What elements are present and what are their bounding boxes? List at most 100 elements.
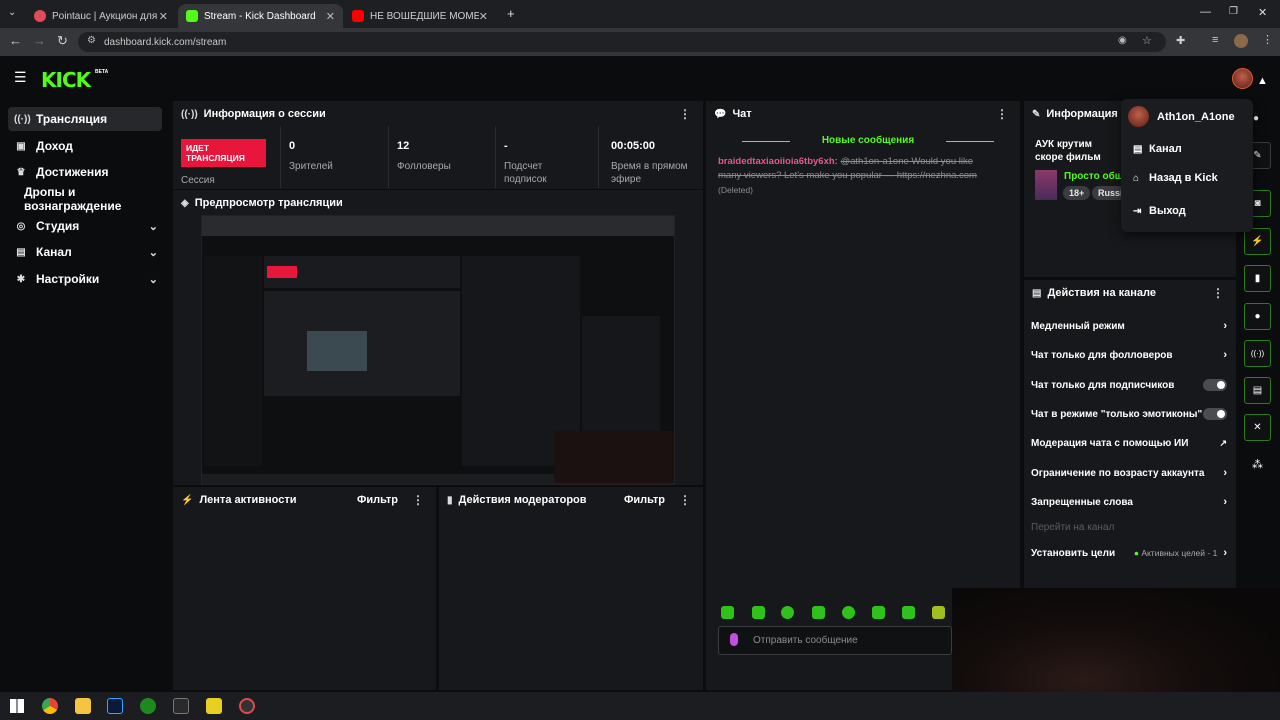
followers-only-row[interactable]: Чат только для фолловеров › [1031, 348, 1227, 362]
windows-start-icon[interactable] [10, 699, 24, 713]
add-widget-icon[interactable]: ⁂ [1252, 458, 1263, 471]
browser-tab-kick[interactable]: Stream - Kick Dashboard ✕ [178, 4, 343, 28]
gear-icon: ✱ [16, 273, 26, 285]
restore-icon[interactable]: ❐ [1229, 6, 1238, 17]
chat-bubble-icon: 💬 [714, 108, 727, 120]
sidebar-item-drops[interactable]: Дропы и вознаграждение [8, 185, 162, 213]
address-bar[interactable]: ⚙ dashboard.kick.com/stream ◉ ☆ [78, 32, 1166, 52]
eye-off-icon[interactable]: ◉ [1118, 35, 1127, 46]
xbox-icon[interactable] [140, 698, 156, 714]
emote-icon[interactable] [752, 606, 765, 619]
close-icon[interactable]: ✕ [479, 10, 488, 23]
browser-tab-pointauc[interactable]: Pointauc | Аукцион для стримеров ✕ [26, 4, 176, 28]
preview-sidebar [204, 256, 262, 466]
bookmark-star-icon[interactable]: ☆ [1142, 34, 1152, 47]
window-close-icon[interactable]: ✕ [1258, 6, 1267, 19]
media-icon[interactable]: ≡ [1212, 34, 1218, 46]
more-options-icon[interactable]: ⋮ [412, 493, 424, 507]
sidebar-item-achievements[interactable]: ♛ Достижения [8, 160, 162, 184]
menu-item-back-to-kick[interactable]: ⌂ Назад в Kick [1133, 172, 1218, 184]
ai-moderation-row[interactable]: Модерация чата с помощью ИИ ↗ [1031, 436, 1227, 450]
menu-item-logout[interactable]: ⇥ Выход [1133, 205, 1186, 217]
sidebar-item-label: Настройки [36, 272, 100, 286]
emote-icon[interactable] [902, 606, 915, 619]
emote-icon[interactable] [721, 606, 734, 619]
chevron-down-icon: ⌄ [148, 220, 158, 233]
deleted-tag: (Deleted) [718, 185, 753, 195]
emote-icon[interactable] [812, 606, 825, 619]
close-icon[interactable]: ✕ [326, 10, 335, 23]
emote-icon[interactable] [872, 606, 885, 619]
slow-mode-row[interactable]: Медленный режим › [1031, 319, 1227, 333]
info-icon[interactable]: ● [1253, 113, 1259, 124]
document-button[interactable]: ▮ [1244, 265, 1271, 292]
filter-button[interactable]: Фильтр [624, 494, 665, 506]
layout-button[interactable]: ▤ [1244, 377, 1271, 404]
stat-value: 12 [397, 140, 410, 152]
emote-icon[interactable] [781, 606, 794, 619]
browser-menu-icon[interactable]: ⋮ [1262, 33, 1273, 46]
new-messages-divider[interactable]: Новые сообщения [742, 135, 994, 147]
close-icon[interactable]: ✕ [159, 10, 168, 23]
stat-value: - [504, 140, 508, 152]
tab-search-icon[interactable]: ⌄ [8, 7, 16, 18]
subscribers-only-toggle[interactable] [1203, 379, 1227, 391]
sidebar-item-channel[interactable]: ▤ Канал ⌄ [8, 240, 162, 264]
tab-title: НЕ ВОШЕДШИЕ МОМЕНТЫ ДЕНЬ [370, 10, 479, 22]
sidebar-item-studio[interactable]: ◎ Студия ⌄ [8, 214, 162, 238]
forward-icon[interactable]: → [33, 33, 46, 48]
stat-viewers: 0 Зрителей [280, 126, 388, 188]
terminal-icon[interactable] [173, 698, 189, 714]
stat-label: Подсчет подписок [504, 161, 547, 185]
reload-icon[interactable]: ↻ [57, 33, 68, 49]
emote-icon[interactable] [842, 606, 855, 619]
back-icon[interactable]: ← [9, 33, 22, 48]
extensions-icon[interactable]: ✚ [1176, 34, 1185, 47]
panel-title: Действия на канале [1047, 287, 1156, 299]
more-options-icon[interactable]: ⋮ [679, 493, 691, 507]
obs-icon[interactable] [239, 698, 255, 714]
kick-logo[interactable]: KICK [41, 68, 91, 92]
chrome-icon[interactable] [42, 698, 58, 714]
more-options-icon[interactable]: ⋮ [996, 107, 1008, 121]
emotes-only-toggle[interactable] [1203, 408, 1227, 420]
sidebar-item-broadcast[interactable]: ((·)) Трансляция [8, 107, 162, 131]
lightning-button[interactable]: ⚡ [1244, 228, 1271, 255]
profile-avatar[interactable] [1234, 34, 1248, 48]
chat-button[interactable]: ● [1244, 303, 1271, 330]
stat-label: Время в прямом эфире [611, 161, 688, 185]
new-tab-icon[interactable]: + [507, 6, 515, 21]
minimize-icon[interactable]: — [1200, 6, 1211, 18]
hamburger-menu-icon[interactable]: ☰ [14, 69, 27, 86]
more-options-icon[interactable]: ⋮ [1212, 286, 1224, 300]
wrench-button[interactable]: ✕ [1244, 414, 1271, 441]
chat-message[interactable]: braidedtaxiaoiioia6tby6xh: @ath1on-a1one… [718, 155, 998, 198]
sidebar-item-income[interactable]: ▣ Доход [8, 134, 162, 158]
browser-tab-youtube[interactable]: НЕ ВОШЕДШИЕ МОМЕНТЫ ДЕНЬ ✕ [344, 4, 496, 28]
site-info-icon[interactable]: ⚙ [87, 35, 96, 46]
goto-channel-link[interactable]: Перейти на канал [1031, 522, 1114, 533]
emote-icon[interactable] [932, 606, 945, 619]
banned-words-row[interactable]: Запрещенные слова › [1031, 495, 1227, 509]
filter-button[interactable]: Фильтр [357, 494, 398, 506]
chat-message-input[interactable]: Отправить сообщение [718, 626, 952, 655]
category-name[interactable]: Просто общ [1064, 171, 1123, 182]
broadcast-button[interactable]: ((·)) [1244, 340, 1271, 367]
stream-preview-video[interactable] [201, 215, 675, 485]
account-age-row[interactable]: Ограничение по возрасту аккаунта › [1031, 466, 1227, 480]
menu-item-channel[interactable]: ▤ Канал [1133, 143, 1182, 155]
more-options-icon[interactable]: ⋮ [679, 107, 691, 121]
photoshop-icon[interactable] [107, 698, 123, 714]
file-explorer-icon[interactable] [75, 698, 91, 714]
actions-icon: ▤ [1032, 287, 1042, 299]
cursor-icon: ▲ [1257, 75, 1268, 87]
microphone-icon[interactable] [730, 633, 738, 646]
set-goals-row[interactable]: Установить цели ● Активных целей - 1 › [1031, 546, 1227, 560]
lightning-icon: ⚡ [181, 494, 194, 506]
user-avatar[interactable] [1232, 68, 1253, 89]
app-icon[interactable] [206, 698, 222, 714]
sidebar-item-settings[interactable]: ✱ Настройки ⌄ [8, 267, 162, 291]
chat-username[interactable]: braidedtaxiaoiioia6tby6xh: [718, 156, 838, 167]
user-dropdown-menu: Ath1on_A1one ▤ Канал ⌂ Назад в Kick ⇥ Вы… [1121, 99, 1253, 232]
broadcast-icon: ((·)) [181, 108, 198, 120]
